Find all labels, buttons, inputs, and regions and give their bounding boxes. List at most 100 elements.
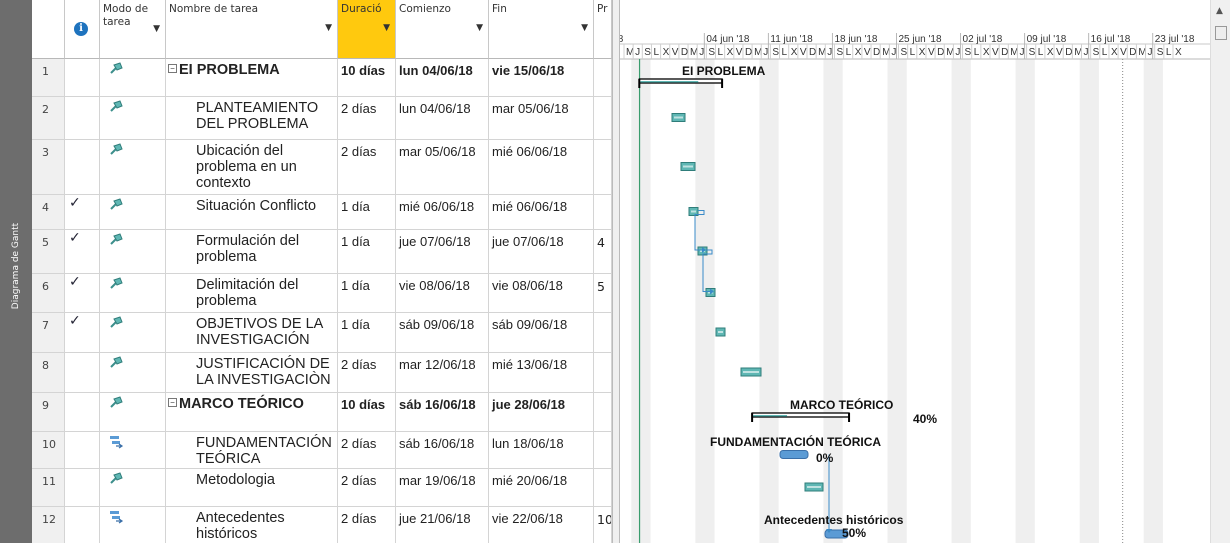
indicator-cell[interactable] xyxy=(65,393,100,431)
start-cell[interactable]: sáb 16/06/18 xyxy=(396,432,489,468)
mode-cell[interactable] xyxy=(100,140,166,194)
start-cell[interactable]: lun 04/06/18 xyxy=(396,97,489,139)
mode-header[interactable]: Modo de tarea ▼ xyxy=(100,0,166,59)
predecessors-cell[interactable] xyxy=(594,140,612,194)
finish-cell[interactable]: mié 20/06/18 xyxy=(489,469,594,506)
indicator-cell[interactable]: ✓ xyxy=(65,195,100,229)
duration-cell[interactable]: 2 días xyxy=(338,469,396,506)
finish-cell[interactable]: mié 06/06/18 xyxy=(489,195,594,229)
duration-cell[interactable]: 1 día xyxy=(338,313,396,352)
predecessors-cell[interactable]: 5 xyxy=(594,274,612,312)
table-row[interactable]: 3 Ubicación del problema en un contexto 2 … xyxy=(32,140,612,195)
task-name-cell[interactable]: Situación Conflicto xyxy=(166,195,338,229)
chevron-down-icon[interactable]: ▼ xyxy=(383,23,390,33)
indicator-cell[interactable] xyxy=(65,353,100,392)
chevron-down-icon[interactable]: ▼ xyxy=(581,23,588,33)
task-name-cell[interactable]: JUSTIFICACIÓN DE LA INVESTIGACIÒN xyxy=(166,353,338,392)
gantt-chart[interactable]: 8 may '18 04 jun '18 11 jun '18 18 jun '18 2… xyxy=(620,0,1210,543)
duration-cell[interactable]: 10 días xyxy=(338,393,396,431)
task-name-cell[interactable]: Delimitación del problema xyxy=(166,274,338,312)
table-row[interactable]: 7 ✓ OBJETIVOS DE LA INVESTIGACIÓN 1 día sáb … xyxy=(32,313,612,353)
vertical-scrollbar[interactable]: ▲ xyxy=(1210,0,1230,543)
collapse-icon[interactable]: − xyxy=(168,398,177,407)
scroll-up-icon[interactable]: ▲ xyxy=(1216,6,1223,16)
predecessors-cell[interactable]: 4 xyxy=(594,230,612,273)
row-id[interactable]: 1 xyxy=(32,59,65,96)
indicator-cell[interactable]: ✓ xyxy=(65,274,100,312)
finish-cell[interactable]: vie 15/06/18 xyxy=(489,59,594,96)
start-cell[interactable]: sáb 16/06/18 xyxy=(396,393,489,431)
indicator-cell[interactable]: ✓ xyxy=(65,313,100,352)
row-id[interactable]: 7 xyxy=(32,313,65,352)
finish-cell[interactable]: vie 22/06/18 xyxy=(489,507,594,543)
name-header[interactable]: Nombre de tarea ▼ xyxy=(166,0,338,59)
task-name-cell[interactable]: − EI PROBLEMA xyxy=(166,59,338,96)
indicator-cell[interactable] xyxy=(65,507,100,543)
mode-cell[interactable] xyxy=(100,59,166,96)
duration-cell[interactable]: 10 días xyxy=(338,59,396,96)
finish-cell[interactable]: jue 07/06/18 xyxy=(489,230,594,273)
indicator-cell[interactable] xyxy=(65,432,100,468)
chevron-down-icon[interactable]: ▼ xyxy=(476,23,483,33)
mode-cell[interactable] xyxy=(100,230,166,273)
duration-header[interactable]: Duració ▼ xyxy=(338,0,396,59)
start-cell[interactable]: mar 05/06/18 xyxy=(396,140,489,194)
view-bar[interactable]: Diagrama de Gantt xyxy=(0,0,32,543)
row-id[interactable]: 10 xyxy=(32,432,65,468)
table-row[interactable]: 9 − MARCO TEÓRICO 10 días sáb 16/06/18 jue 28… xyxy=(32,393,612,432)
task-name-cell[interactable]: PLANTEAMIENTO DEL PROBLEMA xyxy=(166,97,338,139)
predecessors-cell[interactable] xyxy=(594,59,612,96)
table-row[interactable]: 4 ✓ Situación Conflicto 1 día mié 06/06/18 mi… xyxy=(32,195,612,230)
predecessors-cell[interactable] xyxy=(594,313,612,352)
finish-cell[interactable]: mié 06/06/18 xyxy=(489,140,594,194)
start-cell[interactable]: jue 21/06/18 xyxy=(396,507,489,543)
split-handle[interactable] xyxy=(1215,26,1227,40)
duration-cell[interactable]: 2 días xyxy=(338,140,396,194)
row-id[interactable]: 2 xyxy=(32,97,65,139)
predecessors-cell[interactable] xyxy=(594,353,612,392)
predecessors-header[interactable]: Pr xyxy=(594,0,612,59)
task-name-cell[interactable]: Antecedentes históricos xyxy=(166,507,338,543)
indicator-cell[interactable] xyxy=(65,469,100,506)
mode-cell[interactable] xyxy=(100,97,166,139)
table-row[interactable]: 8 JUSTIFICACIÓN DE LA INVESTIGACIÒN 2 días… xyxy=(32,353,612,393)
collapse-icon[interactable]: − xyxy=(168,64,177,73)
duration-cell[interactable]: 1 día xyxy=(338,230,396,273)
finish-cell[interactable]: jue 28/06/18 xyxy=(489,393,594,431)
row-id[interactable]: 8 xyxy=(32,353,65,392)
indicator-cell[interactable] xyxy=(65,97,100,139)
start-cell[interactable]: lun 04/06/18 xyxy=(396,59,489,96)
row-id[interactable]: 11 xyxy=(32,469,65,506)
start-cell[interactable]: mar 19/06/18 xyxy=(396,469,489,506)
duration-cell[interactable]: 2 días xyxy=(338,97,396,139)
task-name-cell[interactable]: Metodologia xyxy=(166,469,338,506)
task-name-cell[interactable]: Formulación del problema xyxy=(166,230,338,273)
row-id[interactable]: 4 xyxy=(32,195,65,229)
mode-cell[interactable] xyxy=(100,353,166,392)
task-name-cell[interactable]: − MARCO TEÓRICO xyxy=(166,393,338,431)
start-cell[interactable]: vie 08/06/18 xyxy=(396,274,489,312)
task-name-cell[interactable]: Ubicación del problema en un contexto xyxy=(166,140,338,194)
mode-cell[interactable] xyxy=(100,313,166,352)
finish-cell[interactable]: mié 13/06/18 xyxy=(489,353,594,392)
table-row[interactable]: 1 − EI PROBLEMA 10 días lun 04/06/18 vie 15/0… xyxy=(32,59,612,97)
predecessors-cell[interactable] xyxy=(594,469,612,506)
duration-cell[interactable]: 1 día xyxy=(338,274,396,312)
mode-cell[interactable] xyxy=(100,432,166,468)
row-id[interactable]: 6 xyxy=(32,274,65,312)
mode-cell[interactable] xyxy=(100,274,166,312)
mode-cell[interactable] xyxy=(100,393,166,431)
mode-cell[interactable] xyxy=(100,195,166,229)
predecessors-cell[interactable] xyxy=(594,432,612,468)
predecessors-cell[interactable]: 10 xyxy=(594,507,612,543)
row-id[interactable]: 9 xyxy=(32,393,65,431)
start-cell[interactable]: mar 12/06/18 xyxy=(396,353,489,392)
finish-cell[interactable]: sáb 09/06/18 xyxy=(489,313,594,352)
row-id[interactable]: 3 xyxy=(32,140,65,194)
indicator-cell[interactable] xyxy=(65,59,100,96)
table-row[interactable]: 6 ✓ Delimitación del problema 1 día vie 08/0… xyxy=(32,274,612,313)
indicator-cell[interactable] xyxy=(65,140,100,194)
chevron-down-icon[interactable]: ▼ xyxy=(153,23,160,36)
finish-header[interactable]: Fin ▼ xyxy=(489,0,594,59)
duration-cell[interactable]: 1 día xyxy=(338,195,396,229)
